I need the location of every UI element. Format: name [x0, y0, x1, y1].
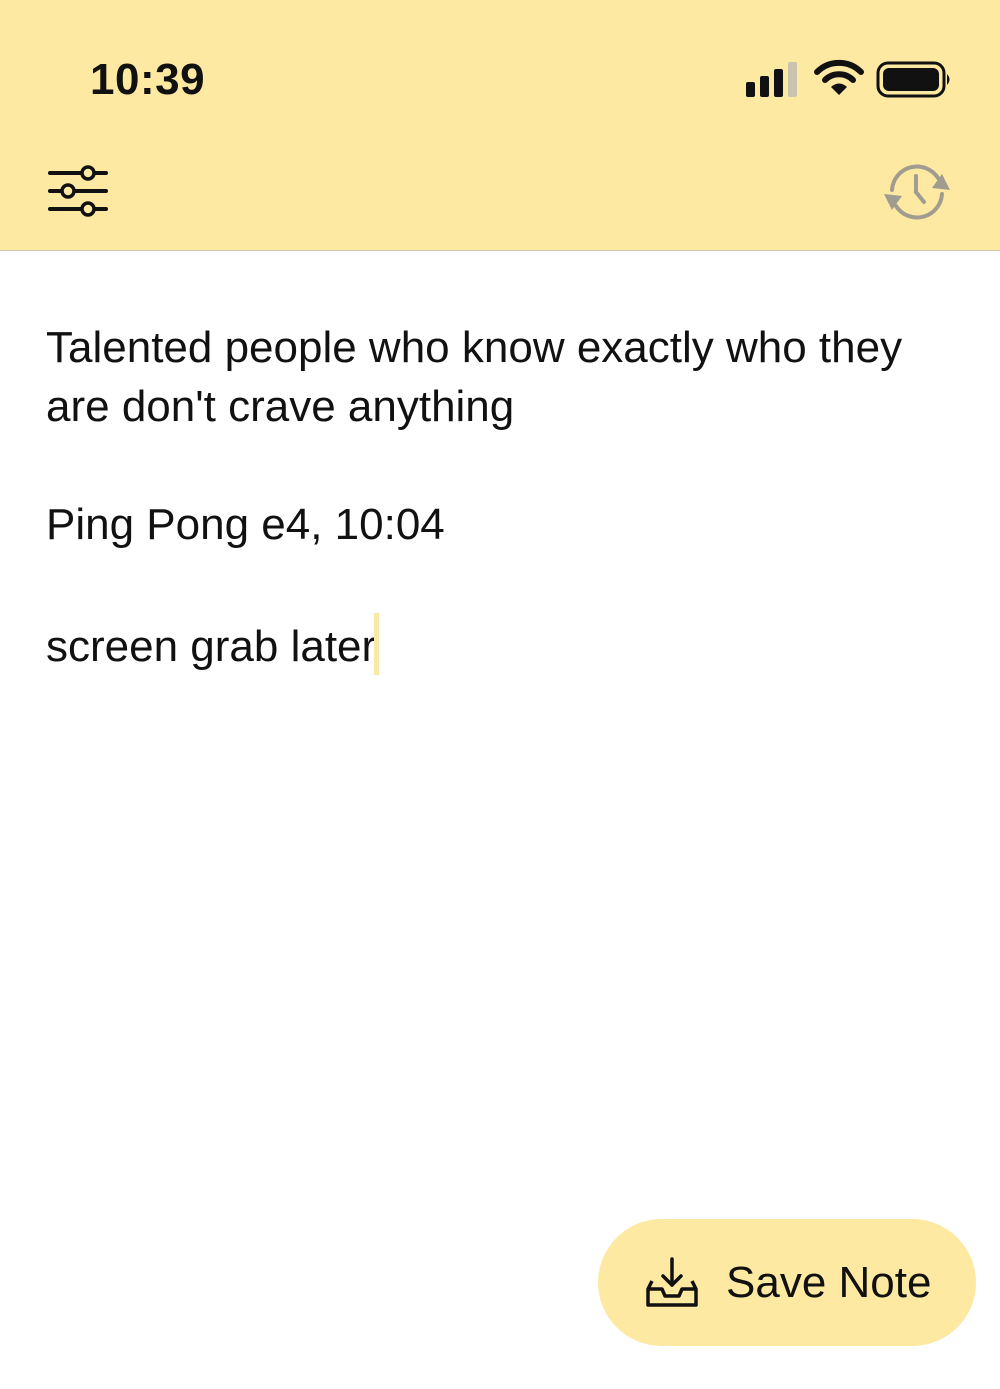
status-icons — [740, 58, 955, 102]
app-header: 10:39 — [0, 0, 1000, 251]
settings-button[interactable] — [44, 162, 114, 222]
note-line-text: screen grab later — [46, 622, 377, 671]
note-line-empty — [46, 554, 956, 613]
inbox-download-icon — [646, 1257, 698, 1307]
note-line: are don't crave anything — [46, 382, 515, 431]
text-cursor — [374, 613, 380, 675]
wifi-icon — [814, 59, 864, 95]
signal-icon — [746, 62, 797, 97]
history-icon — [884, 164, 950, 220]
note-line: Ping Pong e4, 10:04 — [46, 500, 445, 549]
save-note-label: Save Note — [726, 1258, 932, 1307]
battery-icon — [876, 61, 950, 98]
status-time: 10:39 — [90, 55, 206, 104]
sliders-icon — [48, 165, 108, 217]
save-note-button[interactable]: Save Note — [598, 1219, 976, 1346]
note-line-empty — [46, 436, 956, 495]
note-line: Talented people who know exactly who the… — [46, 323, 903, 372]
note-editor[interactable]: Talented people who know exactly who the… — [46, 318, 956, 676]
note-line-last: screen grab later — [46, 613, 956, 676]
history-button[interactable] — [878, 158, 956, 226]
